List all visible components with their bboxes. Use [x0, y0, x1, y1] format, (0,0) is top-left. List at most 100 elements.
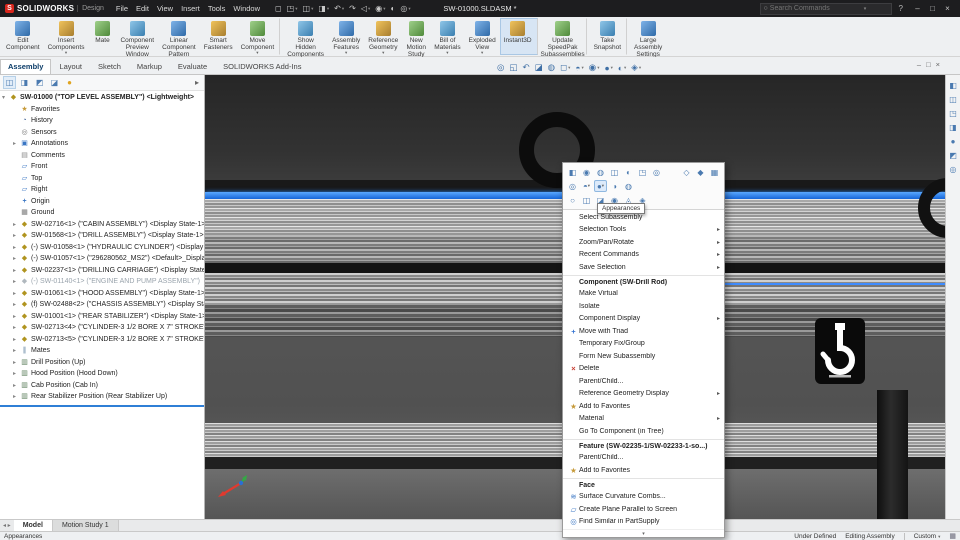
- command-tab[interactable]: Markup: [129, 59, 170, 74]
- context-menu-item[interactable]: Delete ▸: [563, 363, 724, 376]
- view-toolbar-icon[interactable]: ◍▾: [546, 62, 557, 73]
- window-control-button[interactable]: □: [925, 0, 940, 17]
- context-menu-item[interactable]: Add to Favorites ▸: [563, 400, 724, 413]
- help-button[interactable]: ?: [896, 4, 906, 13]
- model-tab[interactable]: Model: [14, 520, 53, 531]
- panel-collapse-arrow-icon[interactable]: ▸: [193, 78, 201, 87]
- view-toolbar-icon[interactable]: ◓▾: [573, 63, 585, 73]
- view-toolbar-icon[interactable]: ◐▾: [616, 63, 628, 73]
- search-box[interactable]: ○ ▾: [760, 3, 892, 15]
- tree-item[interactable]: SW-01000 ("TOP LEVEL ASSEMBLY") <Lightwe…: [0, 92, 204, 104]
- tree-item[interactable]: Drill Position (Up): [0, 357, 204, 369]
- document-window-button[interactable]: –: [917, 60, 921, 69]
- quick-access-tool-icon[interactable]: ◨▾: [316, 2, 331, 15]
- command-tab[interactable]: Sketch: [90, 59, 129, 74]
- expand-arrow-icon[interactable]: [13, 359, 20, 366]
- tree-item[interactable]: SW-01568<1> ("DRILL ASSEMBLY") <Display …: [0, 230, 204, 242]
- context-menu-item[interactable]: Move with Triad ▸: [563, 325, 724, 338]
- ribbon-button[interactable]: Move Component ▾: [237, 18, 281, 55]
- quick-access-tool-icon[interactable]: ◐▾: [389, 2, 398, 15]
- menubar-item[interactable]: File: [112, 4, 132, 13]
- document-window-button[interactable]: □: [926, 60, 931, 69]
- ribbon-button[interactable]: Edit Component ▾: [2, 18, 44, 55]
- context-toolbar-icon[interactable]: ▦▾: [708, 166, 721, 178]
- menubar-item[interactable]: Tools: [204, 4, 230, 13]
- context-menu-item[interactable]: Make Virtual ▸: [563, 288, 724, 301]
- tree-item[interactable]: Ground: [0, 207, 204, 219]
- window-control-button[interactable]: ×: [940, 0, 955, 17]
- view-toolbar-icon[interactable]: ◪▾: [533, 62, 545, 73]
- expand-arrow-icon[interactable]: [13, 221, 20, 228]
- context-toolbar-icon[interactable]: ◇▾: [680, 166, 693, 178]
- context-menu-item[interactable]: Find Similar in PartSupply ▸: [563, 516, 724, 529]
- menubar-item[interactable]: Window: [229, 4, 264, 13]
- tree-item[interactable]: Front: [0, 161, 204, 173]
- context-toolbar-icon[interactable]: ◫▾: [608, 166, 621, 178]
- command-tab[interactable]: SOLIDWORKS Add-Ins: [215, 59, 309, 74]
- search-caret-icon[interactable]: ▾: [864, 6, 867, 12]
- context-toolbar-icon[interactable]: ◧▾: [566, 166, 579, 178]
- expand-arrow-icon[interactable]: [13, 301, 20, 308]
- context-menu-item[interactable]: Parent/Child... ▸: [563, 452, 724, 465]
- ribbon-button[interactable]: Assembly Features ▾: [328, 18, 364, 55]
- task-pane-icon[interactable]: ◩: [949, 152, 957, 160]
- expand-arrow-icon[interactable]: [13, 290, 20, 297]
- view-toolbar-icon[interactable]: ◱▾: [507, 62, 519, 73]
- expand-arrow-icon[interactable]: [13, 244, 20, 251]
- panel-tab-icon[interactable]: ◨: [18, 76, 31, 89]
- quick-access-tool-icon[interactable]: ↶▾: [332, 2, 346, 15]
- menubar-item[interactable]: Insert: [177, 4, 204, 13]
- expand-arrow-icon[interactable]: [13, 278, 20, 285]
- quick-access-tool-icon[interactable]: ◁▾: [359, 2, 372, 15]
- context-menu-item[interactable]: Zoom/Pan/Rotate ▸: [563, 236, 724, 249]
- expand-arrow-icon[interactable]: [2, 94, 9, 101]
- ribbon-button[interactable]: Show Hidden Components ▾: [283, 18, 328, 55]
- context-toolbar-icon[interactable]: ◑▾: [608, 180, 621, 192]
- context-toolbar-icon[interactable]: ○▾: [566, 194, 579, 206]
- tree-item[interactable]: SW-01001<1> ("REAR STABILIZER") <Display…: [0, 311, 204, 323]
- panel-tab-icon[interactable]: ◫: [3, 76, 16, 89]
- command-tab[interactable]: Assembly: [0, 59, 51, 74]
- context-toolbar-icon[interactable]: ◆▾: [694, 166, 707, 178]
- window-control-button[interactable]: –: [910, 0, 925, 17]
- ribbon-button[interactable]: Mate ▾: [88, 18, 116, 55]
- quick-access-tool-icon[interactable]: ◳▾: [285, 2, 300, 15]
- tree-item[interactable]: Rear Stabilizer Position (Rear Stabilize…: [0, 391, 204, 403]
- expand-arrow-icon[interactable]: [13, 336, 20, 343]
- ribbon-button[interactable]: Bill of Materials ▾: [430, 18, 464, 55]
- viewport-layout-icon[interactable]: ▦: [949, 532, 956, 540]
- unit-system-dropdown[interactable]: Custom▾: [914, 533, 941, 540]
- context-menu-item[interactable]: Material ▸: [563, 413, 724, 426]
- tree-item[interactable]: Cab Position (Cab In): [0, 380, 204, 392]
- expand-arrow-icon[interactable]: [13, 324, 20, 331]
- tree-item[interactable]: Comments: [0, 150, 204, 162]
- ribbon-button[interactable]: Smart Fasteners ▾: [200, 18, 237, 55]
- context-toolbar-icon[interactable]: ◳▾: [636, 166, 649, 178]
- context-menu-item[interactable]: Reference Geometry Display ▸: [563, 388, 724, 401]
- expand-arrow-icon[interactable]: [13, 267, 20, 274]
- ribbon-button[interactable]: Update SpeedPak Subassemblies ▾: [541, 18, 587, 55]
- context-toolbar-icon[interactable]: ◓▾: [580, 180, 593, 192]
- quick-access-tool-icon[interactable]: ↷▾: [347, 2, 358, 15]
- ribbon-button[interactable]: Insert Components ▾: [44, 18, 89, 55]
- menubar-item[interactable]: View: [153, 4, 177, 13]
- menubar-item[interactable]: Edit: [132, 4, 153, 13]
- tree-item[interactable]: (-) SW-01140<1> ("ENGINE AND PUMP ASSEMB…: [0, 276, 204, 288]
- context-toolbar-icon[interactable]: ◎▾: [566, 180, 579, 192]
- panel-tab-icon[interactable]: ●: [63, 76, 76, 89]
- tree-item[interactable]: SW-02713<5> ("CYLINDER-3 1/2 BORE X 7" S…: [0, 334, 204, 346]
- context-toolbar-icon[interactable]: ◐▾: [622, 166, 635, 178]
- context-menu-item[interactable]: Surface Curvature Combs... ▸: [563, 491, 724, 504]
- ribbon-button[interactable]: Reference Geometry ▾: [364, 18, 402, 55]
- tree-item[interactable]: (f) SW-02488<2> ("CHASSIS ASSEMBLY") <Di…: [0, 299, 204, 311]
- tree-item[interactable]: SW-01061<1> ("HOOD ASSEMBLY") <Display S…: [0, 288, 204, 300]
- quick-access-tool-icon[interactable]: ◎▾: [398, 2, 412, 15]
- context-menu-item[interactable]: Go To Component (in Tree) ▸: [563, 425, 724, 438]
- expand-arrow-icon[interactable]: [13, 313, 20, 320]
- ribbon-button[interactable]: Instant3D ▾: [500, 18, 538, 55]
- tree-item[interactable]: SW-02713<4> ("CYLINDER-3 1/2 BORE X 7" S…: [0, 322, 204, 334]
- panel-splitter-bar[interactable]: [0, 405, 204, 407]
- expand-arrow-icon[interactable]: [13, 255, 20, 262]
- view-toolbar-icon[interactable]: ↶▾: [520, 62, 531, 73]
- tree-item[interactable]: SW-02237<1> ("DRILLING CARRIAGE") <Displ…: [0, 265, 204, 277]
